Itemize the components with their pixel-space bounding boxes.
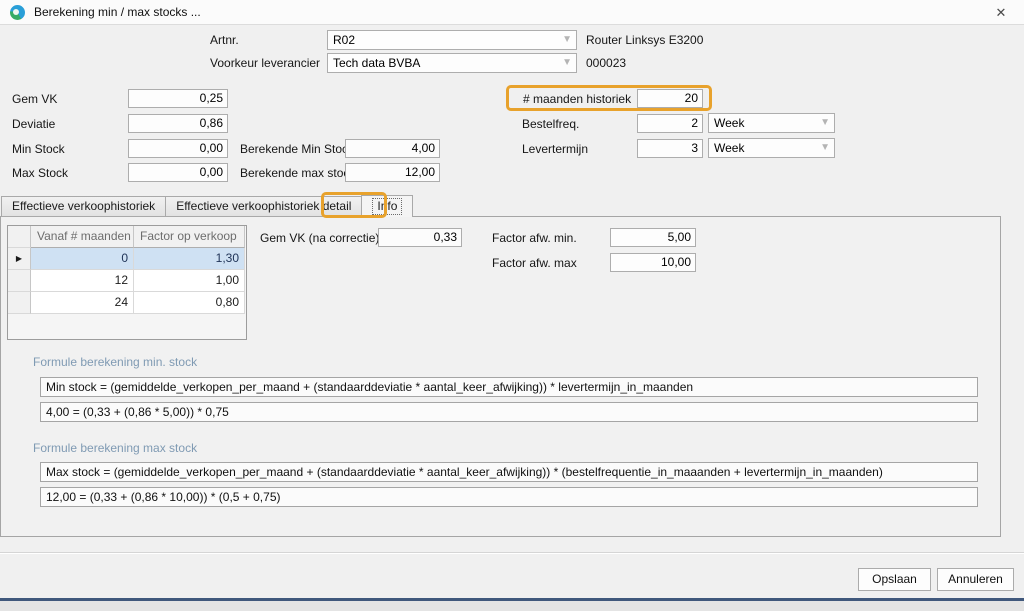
footer-divider (0, 552, 1024, 554)
chevron-down-icon: ▼ (562, 31, 572, 49)
levertermijn-unit-combobox[interactable]: Week ▼ (708, 138, 835, 158)
max-formula-box: Max stock = (gemiddelde_verkopen_per_maa… (40, 462, 978, 482)
leverancier-combobox[interactable]: Tech data BVBA ▼ (327, 53, 577, 73)
bestelfreq-field[interactable]: 2 (637, 114, 703, 133)
grid-cell-vanaf[interactable]: 0 (31, 248, 134, 270)
maanden-historiek-label: # maanden historiek (523, 90, 631, 109)
factor-afw-min-label: Factor afw. min. (492, 229, 577, 248)
tab-info-label: Info (372, 198, 402, 215)
max-formula-section-title: Formule berekening max stock (33, 441, 197, 455)
berekende-min-field: 4,00 (345, 139, 440, 158)
min-stock-label: Min Stock (12, 140, 65, 159)
chevron-down-icon: ▼ (820, 139, 830, 157)
tab-effectieve-verkoophistoriek[interactable]: Effectieve verkoophistoriek (1, 196, 166, 217)
levertermijn-unit-value: Week (714, 141, 744, 155)
artnr-label: Artnr. (210, 31, 239, 50)
tab-effectieve-verkoophistoriek-detail[interactable]: Effectieve verkoophistoriek detail (165, 196, 362, 217)
chevron-down-icon: ▼ (562, 54, 572, 72)
grid-row-2[interactable]: 24 0,80 (8, 292, 246, 314)
levertermijn-field[interactable]: 3 (637, 139, 703, 158)
leverancier-code: 000023 (586, 54, 626, 73)
grid-cell-factor[interactable]: 0,80 (134, 292, 245, 314)
grid-column-header-factor[interactable]: Factor op verkoop (134, 226, 245, 248)
grid-indicator-header (8, 226, 31, 248)
close-icon[interactable]: ✕ (990, 0, 1012, 25)
berekende-min-label: Berekende Min Stock (240, 140, 354, 159)
dialog-window: Berekening min / max stocks ... ✕ Artnr.… (0, 0, 1024, 601)
grid-cell-vanaf[interactable]: 24 (31, 292, 134, 314)
title-bar: Berekening min / max stocks ... ✕ (0, 0, 1024, 25)
deviatie-label: Deviatie (12, 115, 55, 134)
save-button[interactable]: Opslaan (858, 568, 931, 591)
leverancier-label: Voorkeur leverancier (210, 54, 320, 73)
berekende-max-label: Berekende max stock (240, 164, 355, 183)
bestelfreq-unit-combobox[interactable]: Week ▼ (708, 113, 835, 133)
max-calculation-box: 12,00 = (0,33 + (0,86 * 10,00)) * (0,5 +… (40, 487, 978, 507)
window-title: Berekening min / max stocks ... (34, 0, 201, 25)
max-stock-field[interactable]: 0,00 (128, 163, 228, 182)
factor-grid: Vanaf # maanden Factor op verkoop ▶ 0 1,… (7, 225, 247, 340)
berekende-max-field: 12,00 (345, 163, 440, 182)
artnr-description: Router Linksys E3200 (586, 31, 703, 50)
grid-row-indicator (8, 270, 31, 292)
grid-cell-factor[interactable]: 1,00 (134, 270, 245, 292)
app-logo-icon (10, 5, 25, 20)
leverancier-value: Tech data BVBA (333, 56, 420, 70)
min-stock-field[interactable]: 0,00 (128, 139, 228, 158)
cancel-button[interactable]: Annuleren (937, 568, 1014, 591)
grid-row-1[interactable]: 12 1,00 (8, 270, 246, 292)
grid-column-header-vanaf[interactable]: Vanaf # maanden (31, 226, 134, 248)
grid-row-0[interactable]: ▶ 0 1,30 (8, 248, 246, 270)
gem-vk-corr-label: Gem VK (na correctie) (260, 229, 379, 248)
factor-afw-max-field[interactable]: 10,00 (610, 253, 696, 272)
row-selector-icon: ▶ (8, 248, 31, 270)
max-stock-label: Max Stock (12, 164, 68, 183)
grid-cell-vanaf[interactable]: 12 (31, 270, 134, 292)
grid-header-row: Vanaf # maanden Factor op verkoop (8, 226, 246, 248)
desktop: Berekening min / max stocks ... ✕ Artnr.… (0, 0, 1024, 611)
artnr-combobox[interactable]: R02 ▼ (327, 30, 577, 50)
factor-afw-min-field[interactable]: 5,00 (610, 228, 696, 247)
min-formula-section-title: Formule berekening min. stock (33, 355, 197, 369)
bestelfreq-label: Bestelfreq. (522, 115, 579, 134)
tab-strip: Effectieve verkoophistoriek Effectieve v… (1, 195, 412, 217)
levertermijn-label: Levertermijn (522, 140, 588, 159)
min-calculation-box: 4,00 = (0,33 + (0,86 * 5,00)) * 0,75 (40, 402, 978, 422)
gem-vk-label: Gem VK (12, 90, 57, 109)
deviatie-field[interactable]: 0,86 (128, 114, 228, 133)
grid-row-indicator (8, 292, 31, 314)
bestelfreq-unit-value: Week (714, 116, 744, 130)
gem-vk-field[interactable]: 0,25 (128, 89, 228, 108)
gem-vk-corr-field: 0,33 (378, 228, 462, 247)
maanden-historiek-field[interactable]: 20 (637, 89, 703, 108)
grid-cell-factor[interactable]: 1,30 (134, 248, 245, 270)
chevron-down-icon: ▼ (820, 114, 830, 132)
artnr-value: R02 (333, 33, 355, 47)
factor-afw-max-label: Factor afw. max (492, 254, 577, 273)
tab-info[interactable]: Info (361, 195, 413, 217)
min-formula-box: Min stock = (gemiddelde_verkopen_per_maa… (40, 377, 978, 397)
